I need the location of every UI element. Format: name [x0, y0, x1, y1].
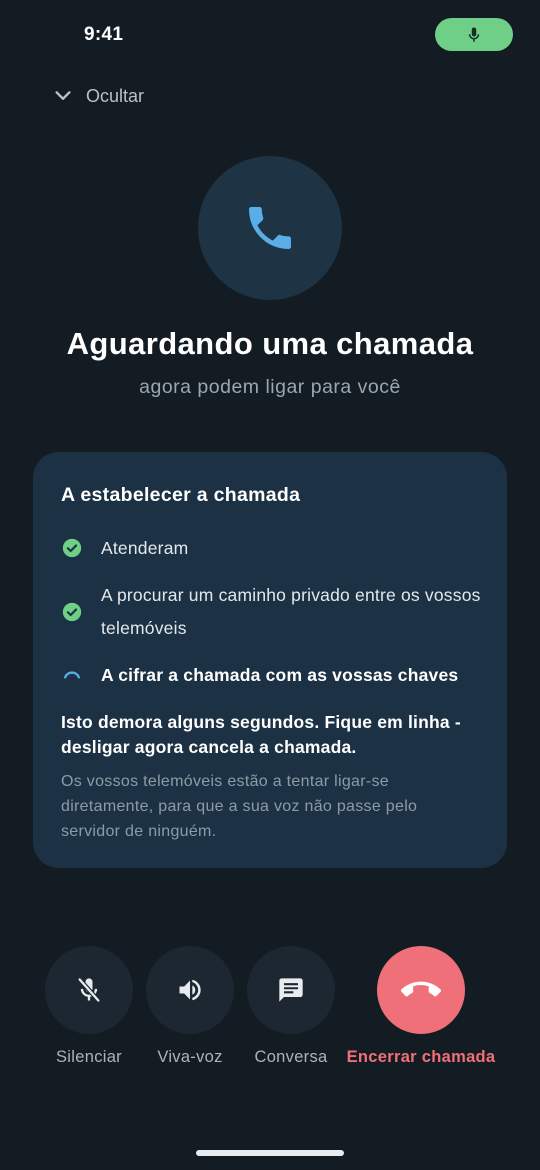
- hide-label: Ocultar: [86, 85, 145, 106]
- status-time: 9:41: [84, 24, 124, 45]
- connection-status-card: A estabelecer a chamada Atenderam A proc…: [33, 452, 507, 868]
- card-title: A estabelecer a chamada: [61, 484, 301, 506]
- step-encrypt: A cifrar a chamada com as vossas chaves: [61, 659, 481, 692]
- check-circle-icon: [62, 602, 82, 622]
- mic-off-icon: [77, 977, 101, 1003]
- mute-label: Silenciar: [56, 1048, 122, 1066]
- speaker-button[interactable]: [146, 946, 234, 1034]
- end-call-label: Encerrar chamada: [346, 1048, 496, 1066]
- speaker-icon: [179, 979, 201, 1001]
- mute-control: Silenciar: [45, 946, 133, 1067]
- active-mic-indicator[interactable]: [435, 18, 513, 51]
- mic-icon: [468, 27, 480, 42]
- hide-button[interactable]: Ocultar: [52, 82, 144, 110]
- phone-icon: [249, 207, 291, 249]
- call-avatar: [198, 156, 342, 300]
- step-label: Atenderam: [101, 538, 189, 558]
- step-label: A cifrar a chamada com as vossas chaves: [101, 665, 459, 685]
- chat-icon: [279, 978, 303, 1002]
- call-title: Aguardando uma chamada: [66, 326, 474, 361]
- step-answered: Atenderam: [61, 532, 481, 565]
- chevron-down-icon: [55, 91, 71, 100]
- info-note: Os vossos telemóveis estão a tentar liga…: [61, 773, 418, 840]
- chat-control: Conversa: [247, 946, 335, 1067]
- call-subtitle: agora podem ligar para você: [139, 376, 401, 398]
- end-call-control: Encerrar chamada: [347, 946, 495, 1067]
- end-call-button[interactable]: [377, 946, 465, 1034]
- step-label: A procurar um caminho privado entre os v…: [101, 585, 481, 638]
- hang-up-icon: [401, 981, 441, 997]
- step-path: A procurar um caminho privado entre os v…: [61, 579, 481, 645]
- check-circle-icon: [62, 538, 82, 558]
- spinner-icon: [63, 671, 81, 679]
- home-indicator[interactable]: [196, 1150, 344, 1156]
- call-screen: 9:41 Ocultar Aguardando uma chamada agor…: [0, 0, 540, 1170]
- mute-button[interactable]: [45, 946, 133, 1034]
- warning-note: Isto demora alguns segundos. Fique em li…: [61, 712, 461, 757]
- chat-button[interactable]: [247, 946, 335, 1034]
- speaker-control: Viva-voz: [146, 946, 234, 1067]
- chat-label: Conversa: [254, 1048, 328, 1066]
- speaker-label: Viva-voz: [157, 1048, 223, 1066]
